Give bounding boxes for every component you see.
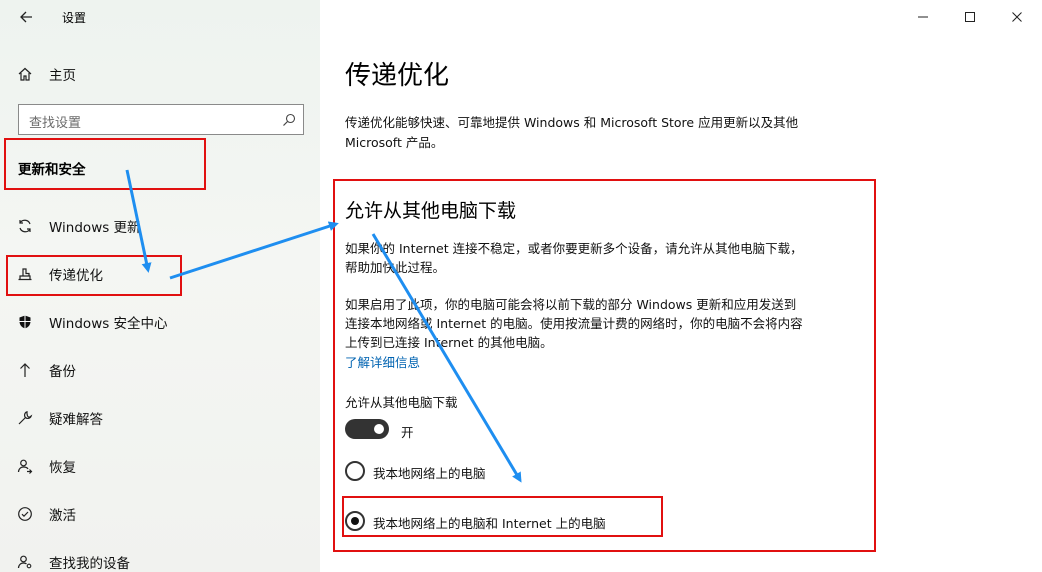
sidebar-item-windows-security[interactable]: Windows 安全中心 [0, 302, 320, 342]
page-title: 传递优化 [345, 61, 450, 91]
sidebar-item-label: 主页 [49, 68, 76, 84]
sidebar-item-delivery-optimization[interactable]: 传递优化 [0, 254, 320, 294]
info-paragraph-1: 如果你的 Internet 连接不稳定，或者你要更新多个设备，请允许从其他电脑下… [345, 241, 803, 275]
sidebar-item-label: Windows 更新 [49, 220, 141, 236]
radio-selected-dot [351, 517, 359, 525]
maximize-icon [965, 12, 975, 22]
toggle-label: 允许从其他电脑下载 [345, 395, 458, 410]
allow-downloads-toggle[interactable] [345, 419, 389, 439]
sidebar-item-label: 激活 [49, 508, 76, 524]
minimize-button[interactable] [900, 0, 946, 34]
radio-label-local-and-internet: 我本地网络上的电脑和 Internet 上的电脑 [373, 516, 606, 531]
sidebar-item-recovery[interactable]: 恢复 [0, 446, 320, 486]
close-button[interactable] [994, 0, 1040, 34]
page-description: 传递优化能够快速、可靠地提供 Windows 和 Microsoft Store… [345, 115, 799, 150]
sidebar-item-troubleshoot[interactable]: 疑难解答 [0, 398, 320, 438]
search-placeholder: 查找设置 [29, 116, 82, 131]
activation-check-icon [16, 505, 34, 523]
radio-label-local-network: 我本地网络上的电脑 [373, 466, 486, 481]
sidebar-item-find-my-device[interactable]: 查找我的设备 [0, 542, 320, 572]
section-heading: 允许从其他电脑下载 [345, 200, 517, 222]
backup-arrow-icon [16, 361, 34, 379]
sidebar-item-label: 疑难解答 [49, 412, 103, 428]
minimize-icon [918, 16, 928, 18]
sidebar-item-label: 备份 [49, 364, 76, 380]
wrench-icon [16, 409, 34, 427]
back-button[interactable] [12, 4, 40, 30]
radio-local-network[interactable] [345, 461, 365, 481]
settings-sidebar: 设置 主页 查找设置 更新和安全 Windows 更新 传递优化 Windows… [0, 0, 320, 572]
delivery-optimization-icon [16, 265, 34, 283]
sidebar-item-home[interactable]: 主页 [0, 54, 320, 94]
sidebar-item-label: 查找我的设备 [49, 556, 130, 572]
info-paragraph-2: 如果启用了此项，你的电脑可能会将以前下载的部分 Windows 更新和应用发送到… [345, 297, 803, 350]
sidebar-item-backup[interactable]: 备份 [0, 350, 320, 390]
maximize-button[interactable] [947, 0, 993, 34]
close-icon [1012, 12, 1022, 22]
sidebar-item-label: Windows 安全中心 [49, 316, 168, 332]
window-title: 设置 [62, 11, 87, 25]
section-title: 更新和安全 [18, 162, 86, 178]
recovery-icon [16, 457, 34, 475]
toggle-state-text: 开 [401, 425, 414, 440]
home-icon [16, 65, 34, 83]
radio-local-and-internet[interactable] [345, 511, 365, 531]
sidebar-item-label: 恢复 [49, 460, 76, 476]
sidebar-item-label: 传递优化 [49, 268, 103, 284]
sync-icon [16, 217, 34, 235]
find-device-icon [16, 553, 34, 571]
sidebar-item-activation[interactable]: 激活 [0, 494, 320, 534]
search-input[interactable]: 查找设置 [18, 104, 304, 135]
toggle-knob [374, 424, 384, 434]
search-icon [283, 113, 296, 126]
shield-icon [16, 313, 34, 331]
learn-more-link[interactable]: 了解详细信息 [345, 352, 420, 371]
sidebar-item-windows-update[interactable]: Windows 更新 [0, 206, 320, 246]
back-arrow-icon [20, 11, 32, 23]
